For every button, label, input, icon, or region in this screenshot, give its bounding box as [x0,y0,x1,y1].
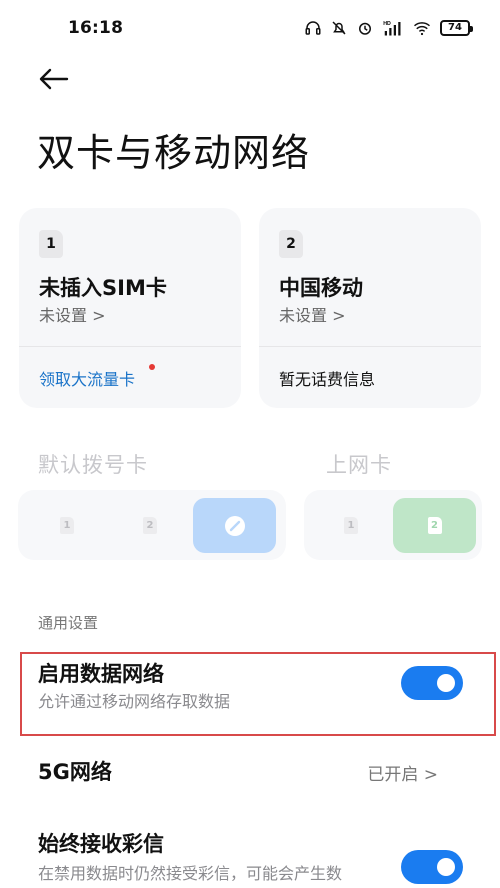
balance-info: 暂无话费信息 [279,370,376,389]
status-time: 16:18 [68,18,124,38]
sim-status-link[interactable]: 未设置 > [279,302,346,326]
data-option-sim-2-selected[interactable]: 2 [393,498,476,553]
sim-2-icon: 2 [427,517,442,534]
data-card-selector: 1 2 [304,490,482,560]
back-arrow-icon [39,68,69,90]
notification-dot [149,364,155,370]
enable-data-toggle[interactable] [401,666,463,700]
svg-text:HD: HD [383,21,391,27]
mute-icon [330,19,348,37]
default-dial-selector: 1 2 [18,490,286,560]
setting-subtitle: 在禁用数据时仍然接受彩信，可能会产生数 [38,864,343,883]
data-card-label: 上网卡 [326,453,392,477]
sim-status-link[interactable]: 未设置 > [39,302,106,326]
5g-status-value: 已开启 > [367,765,438,785]
sim-name: 未插入SIM卡 [39,276,167,300]
toggle-knob [437,674,455,692]
sim-card-2[interactable]: 2 中国移动 未设置 > 暂无话费信息 [259,208,481,408]
setting-title: 5G网络 [38,760,112,784]
alarm-icon [356,19,374,37]
battery-level: 74 [448,22,462,33]
battery-icon: 74 [440,20,473,36]
setting-title: 始终接收彩信 [38,832,164,856]
sim-card-1[interactable]: 1 未插入SIM卡 未设置 > 领取大流量卡 [19,208,241,408]
hd-signal-icon: HD [382,19,404,37]
setting-subtitle: 允许通过移动网络存取数据 [38,692,231,711]
sim-index-badge: 1 [39,230,63,258]
dial-option-ask-each-time[interactable] [193,498,276,553]
data-option-sim-1[interactable]: 1 [344,517,358,534]
screen: 16:18 HD 74 双卡与移动网络 1 未插入SIM卡 未设置 > 领取大流… [0,0,500,888]
general-settings-header: 通用设置 [38,614,99,632]
status-bar: 16:18 HD 74 [0,0,500,56]
dial-option-sim-2[interactable]: 2 [143,517,157,534]
get-data-card-link[interactable]: 领取大流量卡 [39,366,135,390]
divider [19,346,241,347]
divider [259,346,481,347]
setting-title: 启用数据网络 [38,662,164,686]
page-title: 双卡与移动网络 [37,131,311,175]
always-receive-mms-row[interactable]: 始终接收彩信 在禁用数据时仍然接受彩信，可能会产生数 [0,822,500,888]
sim-index-badge: 2 [279,230,303,258]
back-button[interactable] [34,62,74,96]
wifi-icon [412,19,432,37]
toggle-knob [437,858,455,876]
ask-each-time-icon [224,515,245,536]
default-dial-label: 默认拨号卡 [38,453,148,477]
enable-data-row[interactable]: 启用数据网络 允许通过移动网络存取数据 [0,652,500,736]
headset-icon [304,19,322,37]
dial-option-sim-1[interactable]: 1 [60,517,74,534]
status-icons: HD 74 [304,14,473,42]
5g-network-row[interactable]: 5G网络 已开启 > [0,748,500,794]
sim-name: 中国移动 [279,276,363,300]
receive-mms-toggle[interactable] [401,850,463,884]
